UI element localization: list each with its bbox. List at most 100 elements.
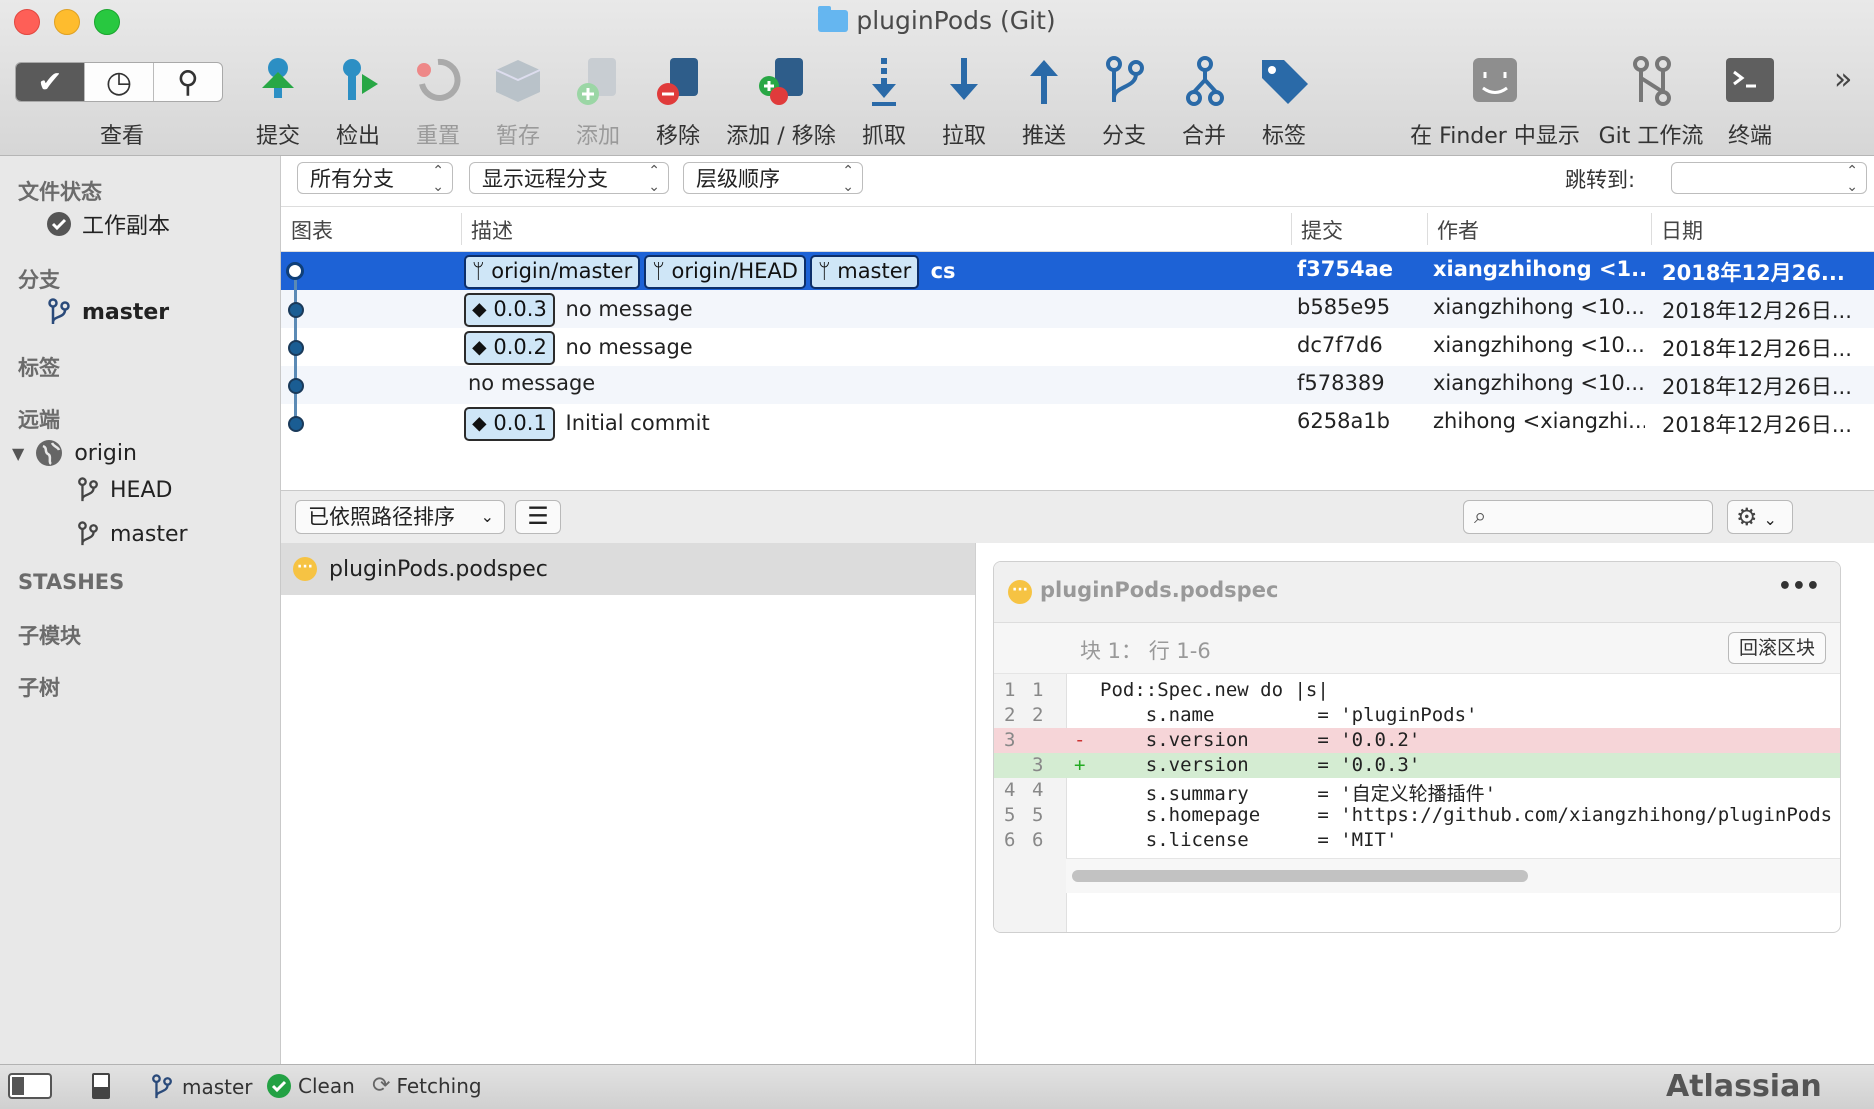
branches-header[interactable]: 分支 [18,264,60,294]
subtrees-header[interactable]: 子树 [18,672,60,702]
fetch-button[interactable]: 抓取 [854,54,914,150]
status-fetching: ⟳ Fetching [372,1073,482,1098]
tags-header[interactable]: 标签 [18,352,60,382]
column-date[interactable]: 日期 [1661,215,1703,245]
status-branch[interactable]: master [150,1073,253,1101]
branch-button[interactable]: 分支 [1094,54,1154,150]
commit-message: no message [468,371,596,395]
file-list-toolbar: 已依照路径排序 ⌄ ☰ ⌕ ⚙ ⌄ [281,490,1874,544]
commit-date: 2018年12月26日... [1662,375,1852,399]
more-icon[interactable]: ••• [1778,574,1820,599]
search-field[interactable]: ⌕ [1463,500,1713,534]
history-icon[interactable]: ◷ [85,63,154,101]
git-flow-icon [1633,56,1671,106]
column-author[interactable]: 作者 [1437,215,1479,245]
list-item[interactable]: ··· pluginPods.podspec [281,543,975,595]
sidebar-item-remote-master[interactable]: master [76,520,188,548]
tag-button[interactable]: 标签 [1254,54,1314,150]
atlassian-logo: Atlassian [1666,1069,1822,1104]
checkmark-icon[interactable]: ✔ [16,63,85,101]
diff-header: ··· pluginPods.podspec ••• [994,562,1840,623]
table-row[interactable]: ⬥ 0.0.1 Initial commit 6258a1b zhihong <… [281,404,1874,442]
checkout-button[interactable]: 检出 [328,54,388,150]
search-icon[interactable]: ⚲ [154,63,222,101]
hunk-header: 块 1： 行 1-6 回滚区块 [994,623,1840,674]
remove-button[interactable]: 移除 [648,54,708,150]
revert-hunk-button[interactable]: 回滚区块 [1727,632,1826,664]
stashes-header[interactable]: STASHES [18,570,124,594]
sidebar-item-master[interactable]: master [46,298,169,326]
column-commit[interactable]: 提交 [1301,215,1343,245]
branches-filter-popup[interactable]: 所有分支 ⌃ ⌄ [297,162,453,195]
branch-icon [48,298,70,324]
push-button[interactable]: 推送 [1014,54,1074,150]
fetch-icon [872,58,896,106]
status-bar: master Clean ⟳ Fetching Atlassian [0,1064,1874,1109]
remote-branch-label: ᛘ origin/master [464,255,641,289]
sidebar-item-working-copy[interactable]: 工作副本 [46,208,170,240]
table-row[interactable]: no message f578389 xiangzhihong <10... 2… [281,366,1874,404]
stash-button[interactable]: 暂存 [488,54,548,150]
submodules-header[interactable]: 子模块 [18,620,81,650]
diff-line-removed: 3- s.version = '0.0.2' [994,728,1840,753]
column-graph[interactable]: 图表 [291,215,333,245]
add-icon [577,58,616,105]
view-segmented-control[interactable]: ✔ ◷ ⚲ [15,62,223,102]
remotes-header[interactable]: 远端 [18,404,60,434]
toolbar-overflow-button[interactable]: » [1834,62,1852,97]
finder-icon [1473,58,1517,102]
branch-icon [78,521,98,546]
add-button[interactable]: 添加 [568,54,628,150]
reset-icon [417,58,461,101]
commit-hash: 6258a1b [1297,409,1391,433]
diff-line: 22 s.name = 'pluginPods' [1004,704,1478,726]
show-in-finder-button[interactable]: 在 Finder 中显示 [1410,54,1580,150]
commit-hash: f578389 [1297,371,1385,395]
tag-label: ⬥ 0.0.2 [464,331,555,365]
diff-card: ··· pluginPods.podspec ••• 块 1： 行 1-6 回滚… [993,561,1841,933]
toggle-panel-button[interactable] [92,1073,110,1099]
settings-menu-button[interactable]: ⚙ ⌄ [1727,500,1793,534]
commit-graph-node [288,378,304,394]
chevron-down-icon: ⌄ [1763,510,1777,529]
pull-button[interactable]: 拉取 [934,54,994,150]
updown-chevron-icon: ⌃ ⌄ [842,163,854,195]
terminal-button[interactable]: 终端 [1720,54,1780,150]
table-row[interactable]: ⬥ 0.0.3 no message b585e95 xiangzhihong … [281,290,1874,328]
commit-date: 2018年12月26日... [1662,413,1852,437]
tag-label: ⬥ 0.0.3 [464,293,555,327]
pending-status-icon: ··· [1008,580,1032,604]
commit-author: zhihong <xiangzhi... [1433,409,1645,433]
remote-branches-popup[interactable]: 显示远程分支 ⌃ ⌄ [469,162,669,195]
toggle-sidebar-button[interactable] [8,1073,52,1099]
commit-button[interactable]: 提交 [248,54,308,150]
jump-to-popup[interactable]: ⌃ ⌄ [1671,162,1867,195]
commit-hash: f3754ae [1297,257,1393,281]
diff-line-added: 3 + s.version = '0.0.3' [994,753,1840,778]
sidebar-item-origin[interactable]: ▼ origin [12,438,137,468]
status-clean: Clean [266,1073,355,1099]
tag-icon [1262,60,1308,104]
merge-button[interactable]: 合并 [1174,54,1234,150]
git-flow-button[interactable]: Git 工作流 [1596,54,1706,150]
sidebar-item-remote-head[interactable]: HEAD [76,476,172,504]
order-popup[interactable]: 层级顺序 ⌃ ⌄ [683,162,863,195]
filter-bar: 所有分支 ⌃ ⌄ 显示远程分支 ⌃ ⌄ 层级顺序 ⌃ ⌄ 跳转到: ⌃ ⌄ [281,156,1874,207]
list-view-button[interactable]: ☰ [515,500,561,534]
column-description[interactable]: 描述 [471,215,513,245]
branch-label: ᛘ master [809,255,920,289]
table-row[interactable]: ᛘ origin/master ᛘ origin/HEAD ᛘ master cs … [281,252,1874,290]
reset-button[interactable]: 重置 [408,54,468,150]
sort-by-path-popup[interactable]: 已依照路径排序 ⌄ [295,500,505,534]
branch-icon [1106,56,1144,102]
add-remove-button[interactable]: 添加 / 移除 [726,54,836,150]
table-row[interactable]: ⬥ 0.0.2 no message dc7f7d6 xiangzhihong … [281,328,1874,366]
commit-message: Initial commit [565,411,710,435]
jump-to-label: 跳转到: [1565,168,1636,192]
commit-author: xiangzhihong <1... [1433,257,1645,281]
file-status-header[interactable]: 文件状态 [18,176,102,206]
checkmark-circle-icon [47,212,71,236]
horizontal-scrollbar[interactable] [1072,870,1528,882]
diff-pane: ··· pluginPods.podspec ••• 块 1： 行 1-6 回滚… [976,543,1874,1064]
disclosure-triangle-icon[interactable]: ▼ [12,444,24,463]
